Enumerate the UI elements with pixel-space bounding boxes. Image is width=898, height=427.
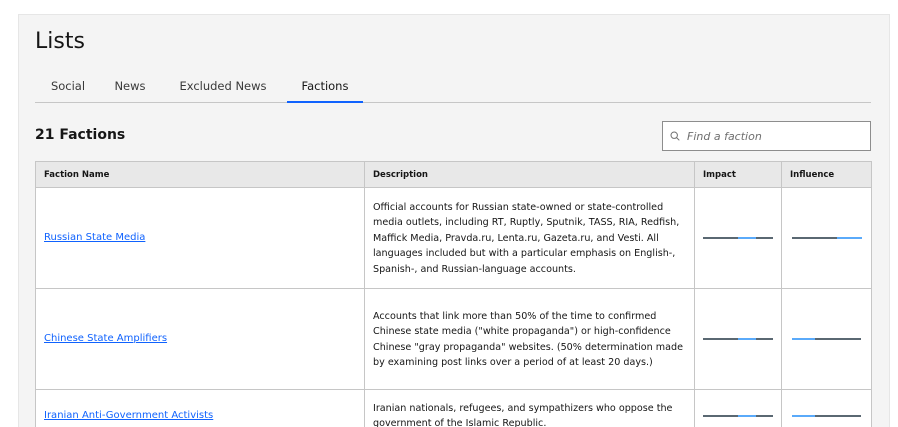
page-title: Lists	[35, 29, 85, 54]
faction-link[interactable]: Chinese State Amplifiers	[44, 333, 167, 344]
column-header-description[interactable]: Description	[364, 161, 695, 188]
bar-segment	[738, 414, 756, 417]
table-row: Iranian Anti-Government Activists Irania…	[35, 389, 872, 427]
faction-link[interactable]: Russian State Media	[44, 232, 145, 243]
bar-segment	[814, 414, 862, 417]
tab-social[interactable]: Social	[35, 75, 101, 103]
tab-factions[interactable]: Factions	[287, 75, 363, 103]
search-icon	[663, 131, 687, 141]
tab-excluded-news[interactable]: Excluded News	[159, 75, 287, 103]
factions-count-title: 21 Factions	[35, 127, 126, 143]
tab-bar: Social News Excluded News Factions	[35, 75, 871, 103]
bar-segment	[791, 237, 837, 239]
table-row: Russian State Media Official accounts fo…	[35, 187, 872, 289]
bar-segment	[755, 414, 773, 417]
table-header-row: Faction Name Description Impact Influenc…	[35, 161, 872, 188]
faction-link[interactable]: Iranian Anti-Government Activists	[44, 410, 213, 421]
bar-segment	[738, 338, 756, 340]
bar-segment	[791, 414, 815, 417]
influence-bar	[791, 338, 862, 340]
influence-cell	[781, 187, 872, 289]
impact-bar	[703, 237, 773, 239]
bar-segment	[703, 414, 738, 417]
bar-segment	[755, 338, 773, 340]
influence-bar	[791, 414, 862, 417]
impact-cell	[694, 288, 782, 390]
impact-bar	[703, 414, 773, 417]
impact-cell	[694, 187, 782, 289]
column-header-influence[interactable]: Influence	[781, 161, 872, 188]
influence-cell	[781, 389, 872, 427]
column-header-impact[interactable]: Impact	[694, 161, 782, 188]
bar-segment	[703, 338, 738, 340]
influence-bar	[791, 237, 862, 239]
search-input[interactable]	[687, 129, 867, 143]
influence-cell	[781, 288, 872, 390]
factions-table: Faction Name Description Impact Influenc…	[35, 161, 872, 427]
faction-search[interactable]	[662, 121, 871, 151]
faction-name-cell: Iranian Anti-Government Activists	[35, 389, 365, 427]
impact-cell	[694, 389, 782, 427]
bar-segment	[837, 237, 862, 239]
bar-segment	[755, 237, 773, 239]
faction-name-cell: Russian State Media	[35, 187, 365, 289]
column-header-faction-name[interactable]: Faction Name	[35, 161, 365, 188]
bar-segment	[738, 237, 756, 239]
bar-segment	[791, 338, 815, 340]
faction-description: Official accounts for Russian state-owne…	[364, 187, 695, 289]
impact-bar	[703, 338, 773, 340]
table-row: Chinese State Amplifiers Accounts that l…	[35, 288, 872, 390]
lists-page: Lists Social News Excluded News Factions…	[18, 14, 890, 427]
faction-name-cell: Chinese State Amplifiers	[35, 288, 365, 390]
bar-segment	[703, 237, 738, 239]
faction-description: Accounts that link more than 50% of the …	[364, 288, 695, 390]
tab-news[interactable]: News	[101, 75, 159, 103]
faction-description: Iranian nationals, refugees, and sympath…	[364, 389, 695, 427]
bar-segment	[814, 338, 862, 340]
